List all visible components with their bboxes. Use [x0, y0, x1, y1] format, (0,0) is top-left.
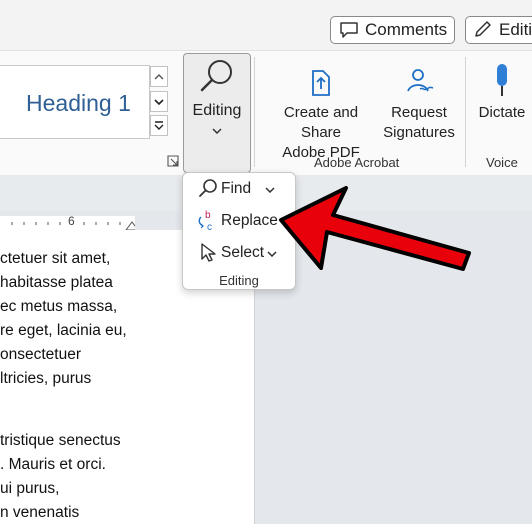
document-line: ec metus massa,: [0, 298, 118, 315]
replace-label: Replace: [221, 212, 278, 229]
ribbon-separator: [254, 57, 255, 167]
document-line: tristique senectus: [0, 432, 121, 449]
styles-scroll-up[interactable]: [150, 66, 168, 87]
create-share-line1: Create and Share: [283, 104, 359, 141]
menu-group-label: Editing: [219, 273, 259, 288]
editing-mode-button[interactable]: Editin: [465, 16, 532, 44]
search-icon: [199, 179, 217, 197]
dictate-button[interactable]: Dictate: [472, 59, 532, 123]
ruler-number: 6: [68, 214, 75, 228]
horizontal-ruler[interactable]: 6: [0, 214, 135, 230]
chevron-down-icon: [265, 187, 275, 193]
dictate-label: Dictate: [478, 104, 526, 121]
comments-button[interactable]: Comments: [330, 16, 455, 44]
editing-dropdown-menu: Find bc Replace Select Editing: [182, 172, 296, 290]
document-line: ctetuer sit amet,: [0, 250, 111, 267]
styles-more[interactable]: [150, 115, 168, 136]
comments-label: Comments: [365, 20, 448, 39]
styles-gallery[interactable]: Heading 1: [0, 65, 150, 139]
document-line: n venenatis: [0, 504, 80, 521]
create-share-pdf-button[interactable]: Create and Share Adobe PDF: [262, 59, 380, 163]
search-icon: [200, 60, 232, 92]
document-line: . Mauris et orci.: [0, 456, 106, 473]
signature-icon: [407, 69, 434, 92]
editing-button[interactable]: Editing: [183, 53, 251, 173]
menu-item-replace[interactable]: bc Replace: [183, 207, 295, 235]
cursor-icon: [201, 243, 216, 262]
chevron-down-icon: [154, 98, 164, 105]
menu-item-find[interactable]: Find: [183, 175, 295, 203]
svg-text:b: b: [205, 210, 211, 221]
svg-text:c: c: [207, 222, 212, 233]
pdf-share-icon: [312, 70, 330, 96]
editing-mode-label: Editin: [499, 20, 532, 39]
group-label-voice: Voice: [486, 155, 518, 170]
document-line: habitasse platea: [0, 274, 113, 291]
document-line: ltricies, purus: [0, 370, 92, 387]
title-bar: Comments Editin: [0, 0, 532, 50]
request-line1: Request: [391, 104, 447, 121]
comment-icon: [340, 22, 358, 38]
editing-label: Editing: [192, 102, 242, 119]
expand-gallery-icon: [154, 120, 164, 130]
document-line: re eget, lacinia eu,: [0, 322, 127, 339]
pencil-icon: [475, 21, 491, 37]
menu-item-select[interactable]: Select: [183, 239, 295, 267]
request-signatures-button[interactable]: Request Signatures: [382, 59, 456, 143]
microphone-icon: [497, 64, 507, 96]
ribbon-separator: [465, 57, 466, 167]
replace-icon: bc: [198, 210, 212, 233]
ribbon: Heading 1 Editing Create and Share Adobe…: [0, 50, 532, 176]
request-line2: Signatures: [383, 124, 455, 141]
dialog-launcher-icon[interactable]: [167, 155, 179, 167]
select-label: Select: [221, 244, 265, 261]
chevron-up-icon: [154, 73, 164, 79]
chevron-down-icon: [212, 128, 222, 134]
find-label: Find: [221, 180, 252, 197]
document-line: onsectetuer: [0, 346, 81, 363]
style-heading-1[interactable]: Heading 1: [26, 90, 131, 117]
group-label-adobe-acrobat: Adobe Acrobat: [314, 155, 400, 170]
styles-scroll-down[interactable]: [150, 91, 168, 112]
document-line: ui purus,: [0, 480, 60, 497]
chevron-down-icon: [267, 251, 277, 257]
